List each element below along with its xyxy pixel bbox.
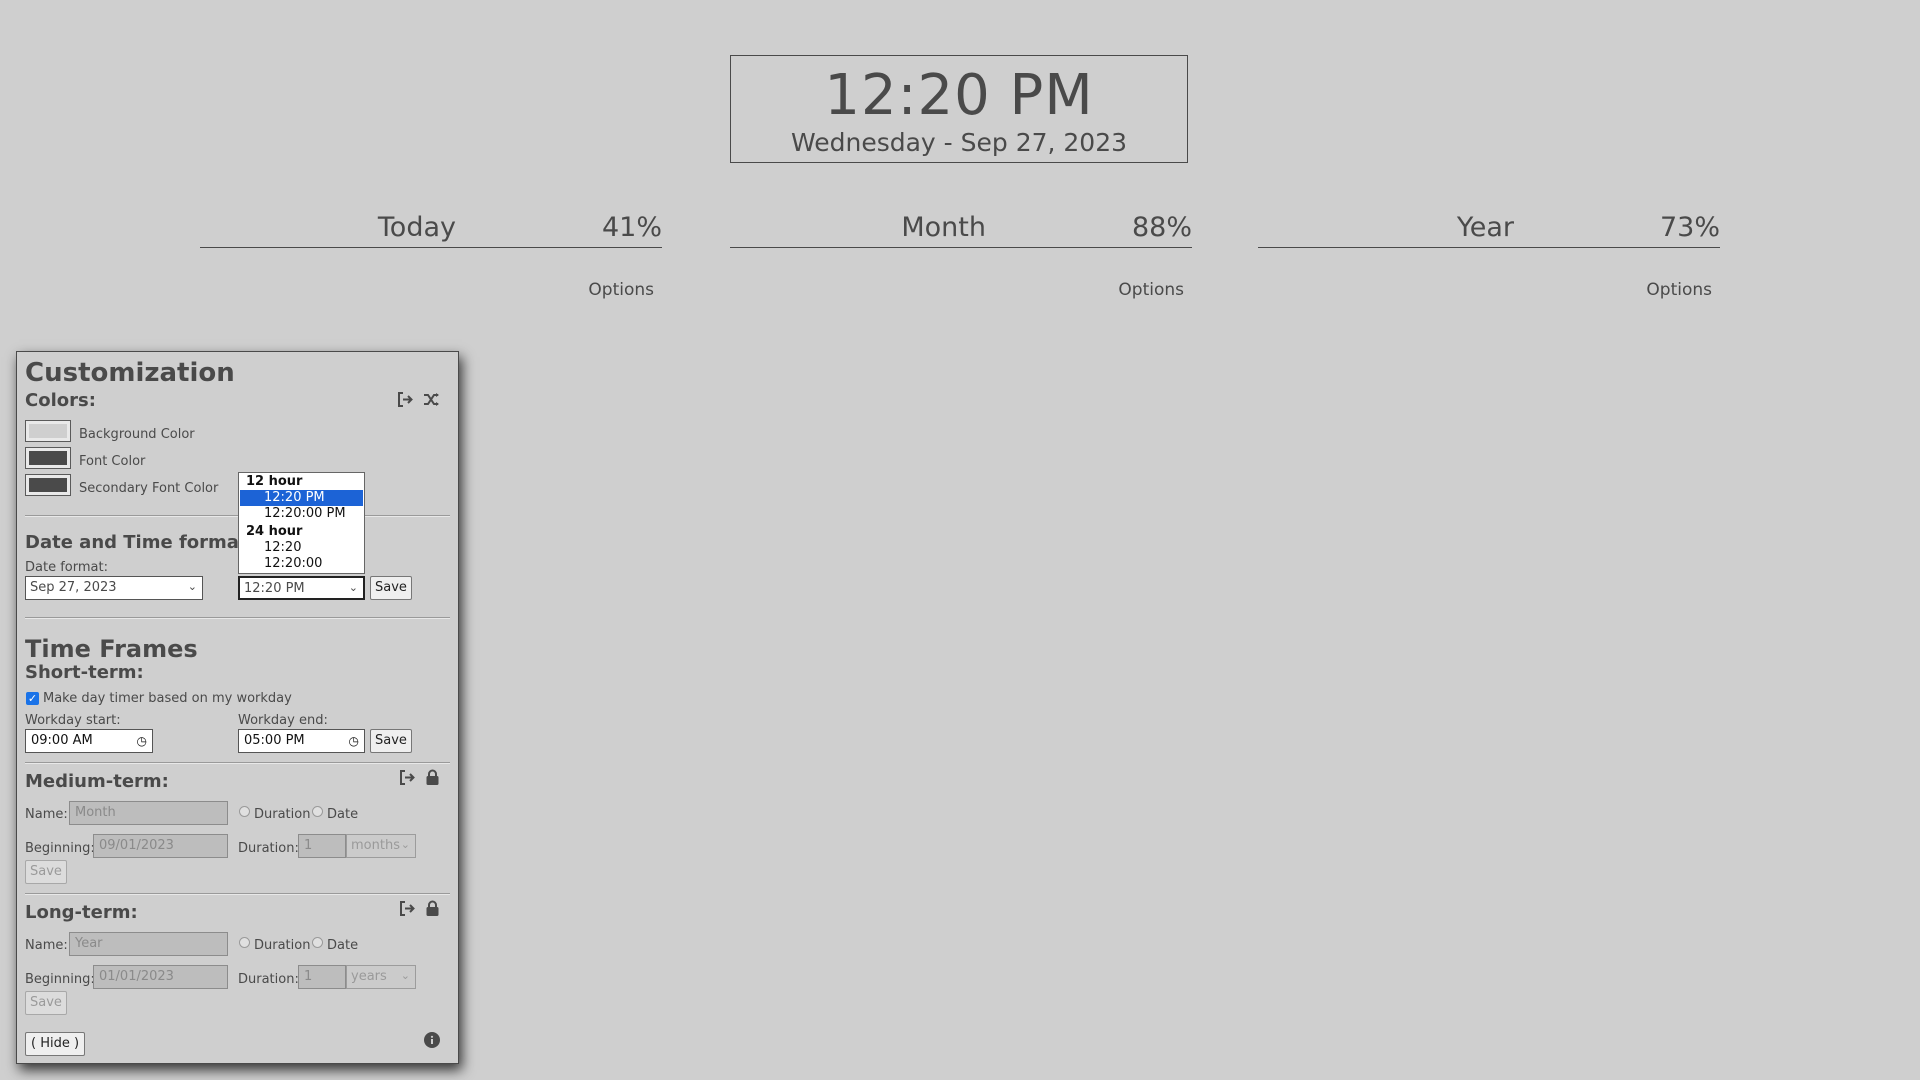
save-datetime-button[interactable]: Save <box>370 576 412 600</box>
workday-end-value: 05:00 PM <box>244 733 305 748</box>
divider <box>25 617 450 619</box>
long-beginning-input[interactable]: 01/01/2023 <box>93 965 228 989</box>
options-link[interactable]: Options <box>588 280 654 300</box>
medium-term-heading: Medium-term: <box>25 771 169 792</box>
workday-end-label: Workday end: <box>238 713 328 728</box>
chevron-down-icon: ⌄ <box>348 581 358 594</box>
long-duration-radio-label: Duration <box>254 938 311 953</box>
dropdown-group-24-hour: 24 hour <box>246 524 303 539</box>
shuffle-icon[interactable] <box>423 392 440 410</box>
long-unit-value: years <box>351 969 387 984</box>
date-format-select[interactable]: Sep 27, 2023 ⌄ <box>25 576 203 600</box>
chevron-down-icon: ⌄ <box>400 838 410 851</box>
datetime-heading: Date and Time forma <box>25 532 239 553</box>
clock-icon[interactable]: ◷ <box>349 730 359 752</box>
medium-date-radio[interactable] <box>312 806 323 817</box>
timer-percent: 73% <box>1659 212 1720 243</box>
workday-start-value: 09:00 AM <box>31 733 93 748</box>
customization-panel: Customization Colors: Background Color F… <box>16 351 459 1064</box>
time-format-value: 12:20 PM <box>244 581 305 596</box>
secondary-font-color-label: Secondary Font Color <box>79 481 219 496</box>
save-workday-button[interactable]: Save <box>370 729 412 753</box>
clock-icon[interactable]: ◷ <box>137 730 147 752</box>
date-format-label: Date format: <box>25 560 108 575</box>
options-link[interactable]: Options <box>1646 280 1712 300</box>
timer-month: Month 88% Options <box>730 212 1192 300</box>
long-date-radio-label: Date <box>327 938 359 953</box>
medium-name-input[interactable]: Month <box>69 801 228 825</box>
divider <box>25 893 450 895</box>
dropdown-group-12-hour: 12 hour <box>246 474 303 489</box>
medium-unit-value: months <box>351 838 400 853</box>
medium-date-radio-label: Date <box>327 807 359 822</box>
medium-beginning-label: Beginning: <box>25 841 95 856</box>
timer-name: Today <box>377 212 456 243</box>
time-format-dropdown: 12 hour 12:20 PM 12:20:00 PM 24 hour 12:… <box>238 472 365 574</box>
save-long-button[interactable]: Save <box>25 991 67 1015</box>
hide-button[interactable]: ( Hide ) <box>25 1032 86 1056</box>
dropdown-option[interactable]: 12:20:00 <box>240 556 363 572</box>
options-link[interactable]: Options <box>1118 280 1184 300</box>
export-icon[interactable] <box>399 901 416 919</box>
long-unit-select[interactable]: years ⌄ <box>346 965 416 989</box>
timer-today: Today 41% Options <box>200 212 662 300</box>
chevron-down-icon: ⌄ <box>400 969 410 982</box>
long-term-heading: Long-term: <box>25 902 138 923</box>
font-color-label: Font Color <box>79 454 146 469</box>
workday-start-input[interactable]: 09:00 AM ◷ <box>25 729 153 753</box>
background-color-label: Background Color <box>79 427 195 442</box>
long-date-radio[interactable] <box>312 937 323 948</box>
info-icon[interactable] <box>424 1032 440 1051</box>
export-icon[interactable] <box>397 392 414 410</box>
dropdown-option[interactable]: 12:20 <box>240 540 363 556</box>
panel-title: Customization <box>25 358 235 388</box>
long-duration-input[interactable]: 1 <box>298 965 346 989</box>
divider <box>25 762 450 764</box>
lock-icon[interactable] <box>425 900 440 919</box>
background-color-picker[interactable] <box>25 420 71 442</box>
workday-checkbox-label: Make day timer based on my workday <box>43 691 292 706</box>
date-format-value: Sep 27, 2023 <box>30 580 117 595</box>
time-format-select[interactable]: 12:20 PM ⌄ <box>238 576 365 600</box>
export-icon[interactable] <box>399 770 416 788</box>
timer-percent: 88% <box>1131 212 1192 243</box>
timer-header: Today 41% <box>200 212 662 248</box>
long-beginning-label: Beginning: <box>25 972 95 987</box>
short-term-heading: Short-term: <box>25 662 144 683</box>
long-duration-label: Duration: <box>238 972 299 987</box>
workday-end-input[interactable]: 05:00 PM ◷ <box>238 729 365 753</box>
workday-start-label: Workday start: <box>25 713 121 728</box>
font-color-picker[interactable] <box>25 447 71 469</box>
long-name-label: Name: <box>25 938 68 953</box>
long-duration-radio[interactable] <box>239 937 250 948</box>
long-name-input[interactable]: Year <box>69 932 228 956</box>
dropdown-option[interactable]: 12:20 PM <box>240 490 363 506</box>
clock-display: 12:20 PM Wednesday - Sep 27, 2023 <box>730 55 1188 163</box>
clock-date: Wednesday - Sep 27, 2023 <box>790 128 1128 157</box>
medium-duration-radio-label: Duration <box>254 807 311 822</box>
medium-name-label: Name: <box>25 807 68 822</box>
medium-beginning-input[interactable]: 09/01/2023 <box>93 834 228 858</box>
timer-year: Year 73% Options <box>1258 212 1720 300</box>
medium-unit-select[interactable]: months ⌄ <box>346 834 416 858</box>
medium-duration-label: Duration: <box>238 841 299 856</box>
medium-duration-input[interactable]: 1 <box>298 834 346 858</box>
timer-header: Month 88% <box>730 212 1192 248</box>
timer-percent: 41% <box>601 212 662 243</box>
save-medium-button[interactable]: Save <box>25 860 67 884</box>
medium-duration-radio[interactable] <box>239 806 250 817</box>
timer-header: Year 73% <box>1258 212 1720 248</box>
clock-time: 12:20 PM <box>824 63 1094 128</box>
timer-name: Month <box>901 212 986 243</box>
secondary-font-color-picker[interactable] <box>25 474 71 496</box>
timer-name: Year <box>1456 212 1514 243</box>
workday-checkbox[interactable]: ✓ <box>26 692 39 705</box>
colors-heading: Colors: <box>25 390 96 411</box>
chevron-down-icon: ⌄ <box>187 580 197 593</box>
timeframes-heading: Time Frames <box>25 635 198 663</box>
dropdown-option[interactable]: 12:20:00 PM <box>240 506 363 522</box>
lock-icon[interactable] <box>425 769 440 788</box>
